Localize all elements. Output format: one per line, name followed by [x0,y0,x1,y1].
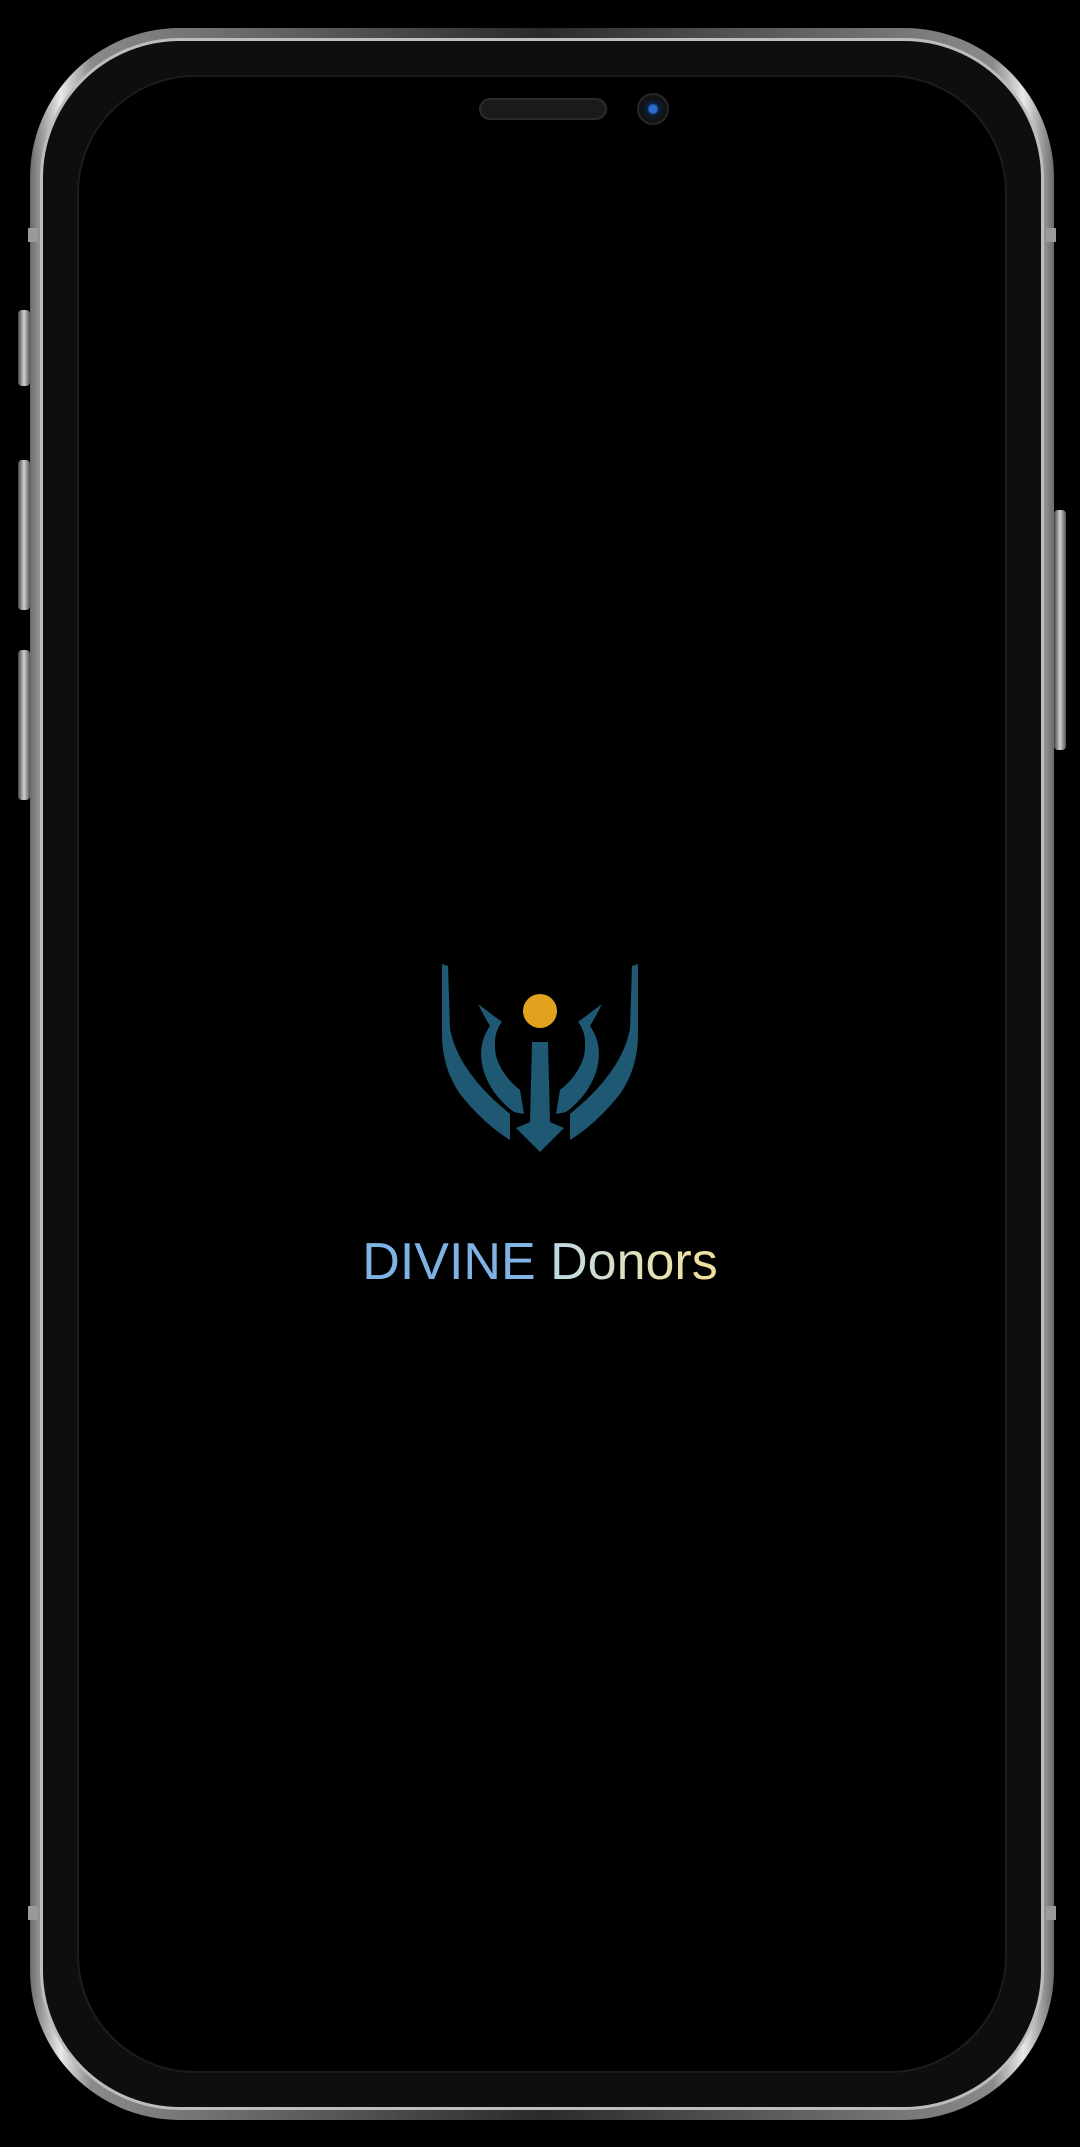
front-camera-icon [637,93,669,125]
hands-holding-sun-icon [442,964,638,1152]
antenna-line [28,1906,38,1920]
brand-word-donors: Donors [550,1233,718,1291]
brand-word-divine: DIVINE [362,1233,536,1291]
device-mockup: DIVINE Donors [0,0,1080,2147]
power-button [1054,510,1066,750]
antenna-line [1046,1906,1056,1920]
antenna-line [1046,228,1056,242]
volume-down-button [18,650,30,800]
earpiece-speaker [479,98,607,120]
volume-up-button [18,460,30,610]
silent-switch [18,310,30,386]
app-name: DIVINE Donors [0,1232,1080,1292]
antenna-line [28,228,38,242]
